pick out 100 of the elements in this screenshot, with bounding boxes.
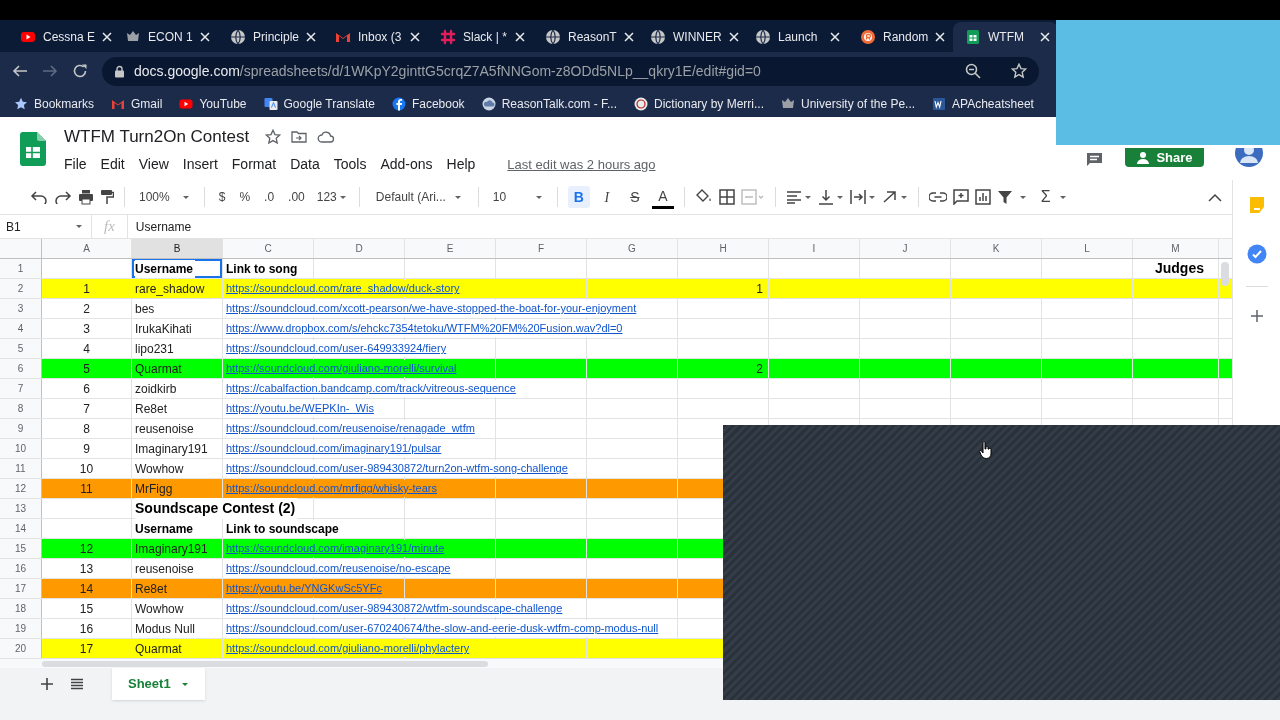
- row-header[interactable]: 9: [0, 419, 42, 438]
- close-icon[interactable]: [200, 32, 210, 42]
- comment-icon[interactable]: [1086, 151, 1103, 166]
- italic-button[interactable]: I: [595, 186, 618, 208]
- link-cell[interactable]: https://soundcloud.com/xcott-pearson/we-have-stopped-the-boat-for-your-enjoyment: [226, 300, 639, 317]
- row-header[interactable]: 18: [0, 599, 42, 618]
- row-header[interactable]: 2: [0, 279, 42, 298]
- vertical-align-icon[interactable]: [817, 189, 844, 205]
- row-header[interactable]: 11: [0, 459, 42, 478]
- strikethrough-button[interactable]: S: [623, 186, 646, 208]
- tasks-icon[interactable]: [1246, 244, 1267, 264]
- font-size-dropdown[interactable]: 10: [488, 185, 547, 209]
- undo-icon[interactable]: [30, 190, 48, 204]
- link-cell[interactable]: https://soundcloud.com/user-649933924/fiery: [226, 340, 449, 357]
- formula-input[interactable]: Username: [126, 215, 1232, 238]
- zoom-icon[interactable]: [965, 63, 981, 79]
- close-icon[interactable]: [935, 32, 946, 42]
- row-header[interactable]: 8: [0, 399, 42, 418]
- bookmark-link[interactable]: Bookmarks: [14, 94, 95, 113]
- name-box[interactable]: B1: [0, 215, 92, 238]
- add-sheet-icon[interactable]: [40, 677, 54, 691]
- menu-item[interactable]: File: [64, 153, 87, 175]
- star-icon[interactable]: [265, 129, 282, 145]
- close-icon[interactable]: [410, 32, 420, 42]
- collapse-icon[interactable]: [1208, 192, 1222, 202]
- link-cell[interactable]: https://soundcloud.com/imaginary191/pulsar: [226, 440, 444, 457]
- menu-item[interactable]: Add-ons: [380, 153, 433, 175]
- plus-icon[interactable]: [1249, 309, 1264, 323]
- browser-tab[interactable]: Slack | *: [428, 22, 533, 52]
- close-icon[interactable]: [515, 32, 525, 42]
- link-cell[interactable]: https://soundcloud.com/giuliano-morelli/survival: [226, 360, 459, 377]
- browser-tab[interactable]: WINNER: [638, 22, 743, 52]
- browser-tab[interactable]: Cessna E: [8, 22, 113, 52]
- back-icon[interactable]: [12, 63, 28, 79]
- browser-tab[interactable]: Launch: [743, 22, 848, 52]
- close-icon[interactable]: [306, 32, 317, 42]
- text-rotate-icon[interactable]: [881, 189, 908, 205]
- bookmark-link[interactable]: APAcheatsheet: [932, 94, 1034, 113]
- align-icon[interactable]: [785, 190, 812, 204]
- star-icon[interactable]: [1011, 63, 1027, 79]
- browser-tab[interactable]: Random: [848, 22, 953, 52]
- zoom-dropdown[interactable]: 100%: [135, 185, 194, 209]
- bookmark-link[interactable]: Gmail: [111, 94, 163, 113]
- currency-button[interactable]: $: [214, 188, 230, 206]
- row-header[interactable]: 4: [0, 319, 42, 338]
- close-icon[interactable]: [1040, 32, 1050, 42]
- close-icon[interactable]: [102, 32, 113, 42]
- forward-icon[interactable]: [42, 63, 58, 79]
- bookmark-link[interactable]: YouTube: [179, 94, 247, 113]
- close-icon[interactable]: [728, 32, 739, 42]
- close-icon[interactable]: [623, 32, 634, 42]
- link-cell[interactable]: https://soundcloud.com/imaginary191/minute: [226, 540, 447, 557]
- reload-icon[interactable]: [72, 63, 88, 79]
- menu-item[interactable]: Format: [231, 153, 277, 175]
- row-header[interactable]: 3: [0, 299, 42, 318]
- link-cell[interactable]: https://soundcloud.com/rare_shadow/duck-story: [226, 280, 462, 297]
- scrollbar-thumb[interactable]: [1221, 262, 1229, 286]
- row-header[interactable]: 14: [0, 519, 42, 538]
- spreadsheet-icon[interactable]: [20, 131, 46, 166]
- menu-item[interactable]: Tools: [333, 153, 367, 175]
- link-cell[interactable]: https://soundcloud.com/reusenoise/no-escape: [226, 560, 453, 577]
- column-header[interactable]: B: [132, 239, 223, 258]
- row-header[interactable]: 1: [0, 259, 42, 278]
- filter-icon[interactable]: [996, 189, 1013, 205]
- sheet-tab[interactable]: Sheet1: [112, 668, 205, 700]
- text-wrap-icon[interactable]: [849, 189, 876, 205]
- cloud-icon[interactable]: [317, 129, 336, 145]
- percent-button[interactable]: %: [235, 188, 255, 206]
- bookmark-link[interactable]: Facebook: [391, 94, 465, 113]
- browser-tab[interactable]: ReasonT: [533, 22, 638, 52]
- link-cell[interactable]: https://cabalfaction.bandcamp.com/track/vitreous-sequence: [226, 380, 518, 397]
- menu-item[interactable]: Insert: [182, 153, 218, 175]
- menu-item[interactable]: View: [138, 153, 169, 175]
- row-header[interactable]: 5: [0, 339, 42, 358]
- functions-button[interactable]: Σ: [1036, 185, 1071, 209]
- row-header[interactable]: 17: [0, 579, 42, 598]
- link-icon[interactable]: [928, 191, 947, 203]
- text-color-button[interactable]: A: [651, 185, 674, 209]
- link-cell[interactable]: https://soundcloud.com/giuliano-morelli/phylactery: [226, 640, 472, 657]
- merge-cells-icon[interactable]: [740, 189, 765, 205]
- row-header[interactable]: 20: [0, 639, 42, 658]
- browser-tab[interactable]: Inbox (3: [323, 22, 428, 52]
- row-header[interactable]: 7: [0, 379, 42, 398]
- menu-item[interactable]: Help: [446, 153, 476, 175]
- sheet-list-icon[interactable]: [70, 678, 84, 690]
- chart-icon[interactable]: [974, 189, 991, 205]
- link-cell[interactable]: https://soundcloud.com/user-670240674/the-slow-and-eerie-dusk-wtfm-comp-modus-null: [226, 620, 661, 637]
- share-button[interactable]: Share: [1125, 148, 1204, 167]
- add-comment-icon[interactable]: [952, 189, 969, 205]
- browser-tab[interactable]: Principle: [218, 22, 323, 52]
- font-dropdown[interactable]: Default (Ari...: [369, 185, 468, 209]
- close-icon[interactable]: [830, 32, 840, 42]
- row-header[interactable]: 13: [0, 499, 42, 518]
- menu-item[interactable]: Data: [290, 153, 320, 175]
- redo-icon[interactable]: [54, 190, 72, 204]
- last-edit-link[interactable]: Last edit was 2 hours ago: [507, 154, 656, 174]
- increase-decimals-button[interactable]: .00: [284, 188, 309, 206]
- borders-icon[interactable]: [718, 189, 735, 205]
- menu-item[interactable]: Edit: [100, 153, 125, 175]
- row-header[interactable]: 19: [0, 619, 42, 638]
